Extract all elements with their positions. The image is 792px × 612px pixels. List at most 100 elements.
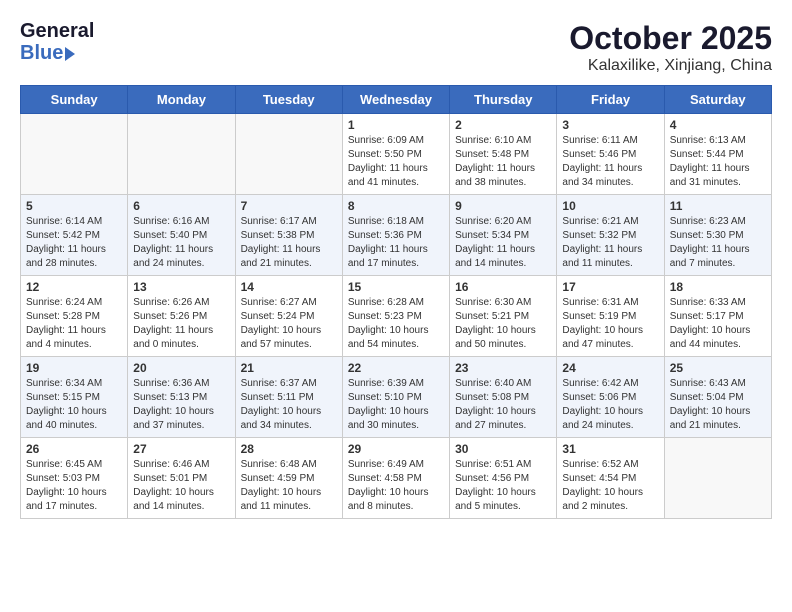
logo-text: General Blue: [20, 20, 94, 64]
day-info: Sunrise: 6:46 AM Sunset: 5:01 PM Dayligh…: [133, 458, 229, 514]
calendar-cell: 11 Sunrise: 6:23 AM Sunset: 5:30 PM Dayli…: [664, 195, 771, 276]
day-number: 13: [133, 280, 229, 294]
location-title: Kalaxilike, Xinjiang, China: [569, 57, 772, 75]
day-number: 8: [348, 199, 444, 213]
day-number: 5: [26, 199, 122, 213]
weekday-header-row: SundayMondayTuesdayWednesdayThursdayFrid…: [21, 86, 772, 114]
day-info: Sunrise: 6:17 AM Sunset: 5:38 PM Dayligh…: [241, 215, 337, 271]
logo: General Blue: [20, 20, 94, 64]
calendar-cell: [664, 438, 771, 519]
calendar-cell: 30 Sunrise: 6:51 AM Sunset: 4:56 PM Dayli…: [450, 438, 557, 519]
calendar-cell: [128, 114, 235, 195]
day-info: Sunrise: 6:16 AM Sunset: 5:40 PM Dayligh…: [133, 215, 229, 271]
calendar-table: SundayMondayTuesdayWednesdayThursdayFrid…: [20, 85, 772, 519]
day-number: 23: [455, 361, 551, 375]
calendar-cell: 12 Sunrise: 6:24 AM Sunset: 5:28 PM Dayli…: [21, 276, 128, 357]
day-info: Sunrise: 6:43 AM Sunset: 5:04 PM Dayligh…: [670, 377, 766, 433]
calendar-cell: 3Sunrise: 6:11 AM Sunset: 5:46 PM Daylig…: [557, 114, 664, 195]
calendar-cell: 26 Sunrise: 6:45 AM Sunset: 5:03 PM Dayli…: [21, 438, 128, 519]
day-number: 7: [241, 199, 337, 213]
day-info: Sunrise: 6:11 AM Sunset: 5:46 PM Dayligh…: [562, 134, 658, 190]
logo-general: General: [20, 20, 94, 42]
day-number: 12: [26, 280, 122, 294]
day-info: Sunrise: 6:40 AM Sunset: 5:08 PM Dayligh…: [455, 377, 551, 433]
calendar-cell: 5 Sunrise: 6:14 AM Sunset: 5:42 PM Daylig…: [21, 195, 128, 276]
weekday-header-wednesday: Wednesday: [342, 86, 449, 114]
calendar-week-row: 5 Sunrise: 6:14 AM Sunset: 5:42 PM Daylig…: [21, 195, 772, 276]
calendar-cell: 1 Sunrise: 6:09 AM Sunset: 5:50 PM Daylig…: [342, 114, 449, 195]
calendar-cell: 25 Sunrise: 6:43 AM Sunset: 5:04 PM Dayli…: [664, 357, 771, 438]
day-number: 11: [670, 199, 766, 213]
calendar-cell: 6 Sunrise: 6:16 AM Sunset: 5:40 PM Daylig…: [128, 195, 235, 276]
day-number: 24: [562, 361, 658, 375]
calendar-week-row: 19 Sunrise: 6:34 AM Sunset: 5:15 PM Dayli…: [21, 357, 772, 438]
day-info: Sunrise: 6:52 AM Sunset: 4:54 PM Dayligh…: [562, 458, 658, 514]
day-info: Sunrise: 6:23 AM Sunset: 5:30 PM Dayligh…: [670, 215, 766, 271]
day-number: 2: [455, 118, 551, 132]
day-info: Sunrise: 6:18 AM Sunset: 5:36 PM Dayligh…: [348, 215, 444, 271]
calendar-cell: 4 Sunrise: 6:13 AM Sunset: 5:44 PM Daylig…: [664, 114, 771, 195]
day-number: 9: [455, 199, 551, 213]
calendar-cell: 9 Sunrise: 6:20 AM Sunset: 5:34 PM Daylig…: [450, 195, 557, 276]
calendar-cell: 13 Sunrise: 6:26 AM Sunset: 5:26 PM Dayli…: [128, 276, 235, 357]
month-title: October 2025: [569, 20, 772, 57]
calendar-cell: 14 Sunrise: 6:27 AM Sunset: 5:24 PM Dayli…: [235, 276, 342, 357]
weekday-header-tuesday: Tuesday: [235, 86, 342, 114]
day-info: Sunrise: 6:26 AM Sunset: 5:26 PM Dayligh…: [133, 296, 229, 352]
day-number: 30: [455, 442, 551, 456]
day-info: Sunrise: 6:09 AM Sunset: 5:50 PM Dayligh…: [348, 134, 444, 190]
day-info: Sunrise: 6:21 AM Sunset: 5:32 PM Dayligh…: [562, 215, 658, 271]
calendar-cell: 16Sunrise: 6:30 AM Sunset: 5:21 PM Dayli…: [450, 276, 557, 357]
day-info: Sunrise: 6:45 AM Sunset: 5:03 PM Dayligh…: [26, 458, 122, 514]
day-info: Sunrise: 6:31 AM Sunset: 5:19 PM Dayligh…: [562, 296, 658, 352]
day-number: 26: [26, 442, 122, 456]
calendar-cell: 29Sunrise: 6:49 AM Sunset: 4:58 PM Dayli…: [342, 438, 449, 519]
weekday-header-friday: Friday: [557, 86, 664, 114]
day-number: 10: [562, 199, 658, 213]
calendar-cell: [21, 114, 128, 195]
day-number: 28: [241, 442, 337, 456]
day-number: 27: [133, 442, 229, 456]
calendar-cell: 24Sunrise: 6:42 AM Sunset: 5:06 PM Dayli…: [557, 357, 664, 438]
day-number: 29: [348, 442, 444, 456]
day-info: Sunrise: 6:24 AM Sunset: 5:28 PM Dayligh…: [26, 296, 122, 352]
weekday-header-sunday: Sunday: [21, 86, 128, 114]
day-number: 1: [348, 118, 444, 132]
day-number: 4: [670, 118, 766, 132]
day-number: 20: [133, 361, 229, 375]
calendar-cell: 7 Sunrise: 6:17 AM Sunset: 5:38 PM Daylig…: [235, 195, 342, 276]
day-number: 15: [348, 280, 444, 294]
title-area: October 2025 Kalaxilike, Xinjiang, China: [569, 20, 772, 75]
calendar-cell: 27 Sunrise: 6:46 AM Sunset: 5:01 PM Dayli…: [128, 438, 235, 519]
day-info: Sunrise: 6:14 AM Sunset: 5:42 PM Dayligh…: [26, 215, 122, 271]
logo-arrow-icon: [65, 47, 75, 61]
day-number: 22: [348, 361, 444, 375]
day-info: Sunrise: 6:39 AM Sunset: 5:10 PM Dayligh…: [348, 377, 444, 433]
calendar-cell: 22 Sunrise: 6:39 AM Sunset: 5:10 PM Dayli…: [342, 357, 449, 438]
page-header: General Blue October 2025 Kalaxilike, Xi…: [20, 20, 772, 75]
day-number: 14: [241, 280, 337, 294]
day-info: Sunrise: 6:20 AM Sunset: 5:34 PM Dayligh…: [455, 215, 551, 271]
calendar-cell: 19 Sunrise: 6:34 AM Sunset: 5:15 PM Dayli…: [21, 357, 128, 438]
logo-area: General Blue: [20, 20, 94, 64]
day-info: Sunrise: 6:13 AM Sunset: 5:44 PM Dayligh…: [670, 134, 766, 190]
calendar-cell: 28 Sunrise: 6:48 AM Sunset: 4:59 PM Dayli…: [235, 438, 342, 519]
day-info: Sunrise: 6:10 AM Sunset: 5:48 PM Dayligh…: [455, 134, 551, 190]
calendar-cell: 8 Sunrise: 6:18 AM Sunset: 5:36 PM Daylig…: [342, 195, 449, 276]
day-info: Sunrise: 6:27 AM Sunset: 5:24 PM Dayligh…: [241, 296, 337, 352]
calendar-cell: [235, 114, 342, 195]
day-info: Sunrise: 6:48 AM Sunset: 4:59 PM Dayligh…: [241, 458, 337, 514]
calendar-cell: 20Sunrise: 6:36 AM Sunset: 5:13 PM Dayli…: [128, 357, 235, 438]
day-number: 21: [241, 361, 337, 375]
day-number: 19: [26, 361, 122, 375]
weekday-header-thursday: Thursday: [450, 86, 557, 114]
weekday-header-saturday: Saturday: [664, 86, 771, 114]
day-number: 25: [670, 361, 766, 375]
calendar-cell: 18Sunrise: 6:33 AM Sunset: 5:17 PM Dayli…: [664, 276, 771, 357]
day-number: 16: [455, 280, 551, 294]
calendar-cell: 17Sunrise: 6:31 AM Sunset: 5:19 PM Dayli…: [557, 276, 664, 357]
day-number: 6: [133, 199, 229, 213]
calendar-cell: 21Sunrise: 6:37 AM Sunset: 5:11 PM Dayli…: [235, 357, 342, 438]
day-info: Sunrise: 6:51 AM Sunset: 4:56 PM Dayligh…: [455, 458, 551, 514]
day-info: Sunrise: 6:34 AM Sunset: 5:15 PM Dayligh…: [26, 377, 122, 433]
